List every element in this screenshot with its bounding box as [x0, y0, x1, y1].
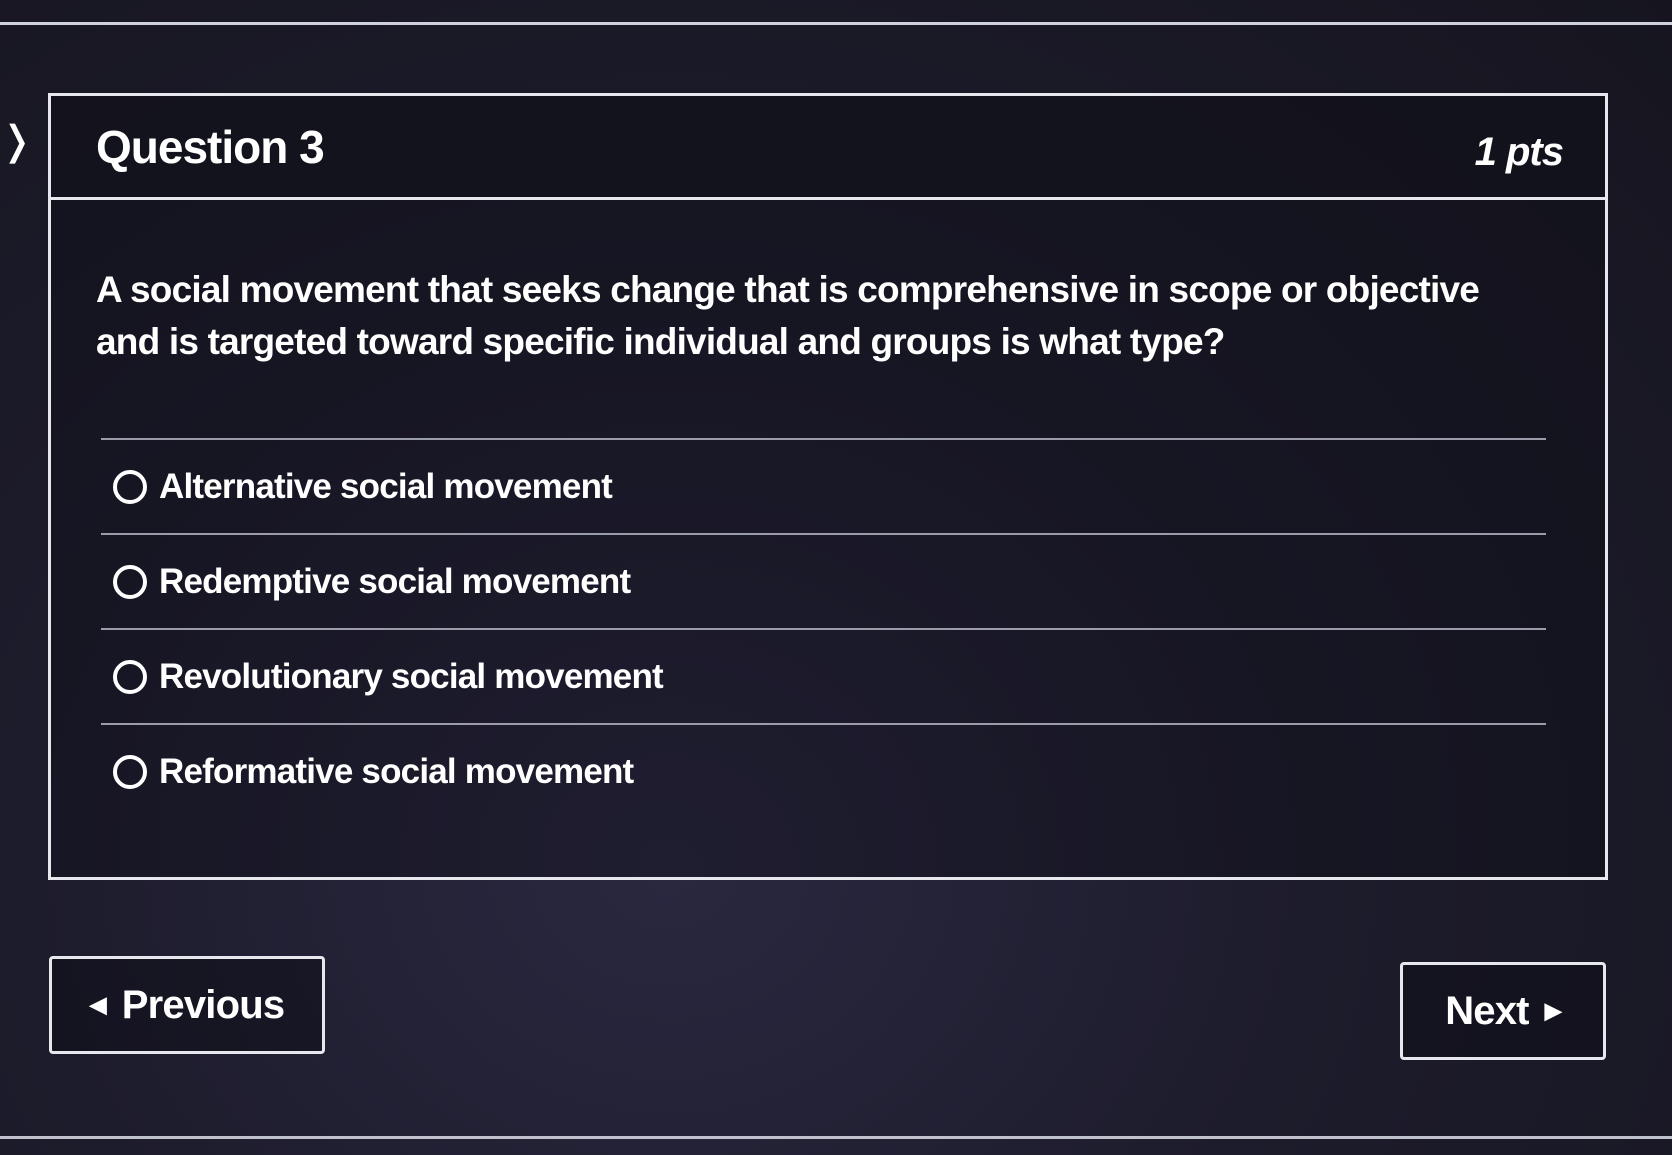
answer-option[interactable]: Revolutionary social movement: [101, 628, 1546, 723]
next-button-label: Next: [1445, 988, 1529, 1033]
triangle-left-icon: ◀: [89, 992, 107, 1017]
answer-option[interactable]: Alternative social movement: [101, 438, 1546, 533]
answer-list: Alternative social movement Redemptive s…: [101, 438, 1546, 818]
question-points: 1 pts: [1474, 130, 1564, 174]
chevron-right-icon[interactable]: ❭: [0, 118, 34, 164]
next-button[interactable]: Next ▶: [1400, 962, 1606, 1060]
question-header: Question 3 1 pts: [51, 96, 1605, 200]
question-text: A social movement that seeks change that…: [96, 269, 1480, 362]
question-title: Question 3: [96, 121, 325, 173]
top-divider: [0, 22, 1672, 25]
answer-option[interactable]: Redemptive social movement: [101, 533, 1546, 628]
answer-option[interactable]: Reformative social movement: [101, 723, 1546, 818]
previous-button[interactable]: ◀ Previous: [49, 956, 325, 1054]
question-card: Question 3 1 pts A social movement that …: [48, 93, 1608, 880]
radio-button[interactable]: [113, 754, 147, 789]
answer-label[interactable]: Redemptive social movement: [159, 562, 631, 602]
radio-button[interactable]: [113, 659, 147, 694]
radio-button[interactable]: [113, 469, 147, 504]
answer-label[interactable]: Alternative social movement: [159, 467, 613, 507]
triangle-right-icon: ▶: [1544, 998, 1562, 1023]
answer-label[interactable]: Reformative social movement: [159, 752, 634, 792]
bottom-divider: [0, 1136, 1672, 1139]
previous-button-label: Previous: [121, 982, 285, 1027]
radio-button[interactable]: [113, 564, 147, 599]
answer-label[interactable]: Revolutionary social movement: [159, 657, 664, 697]
